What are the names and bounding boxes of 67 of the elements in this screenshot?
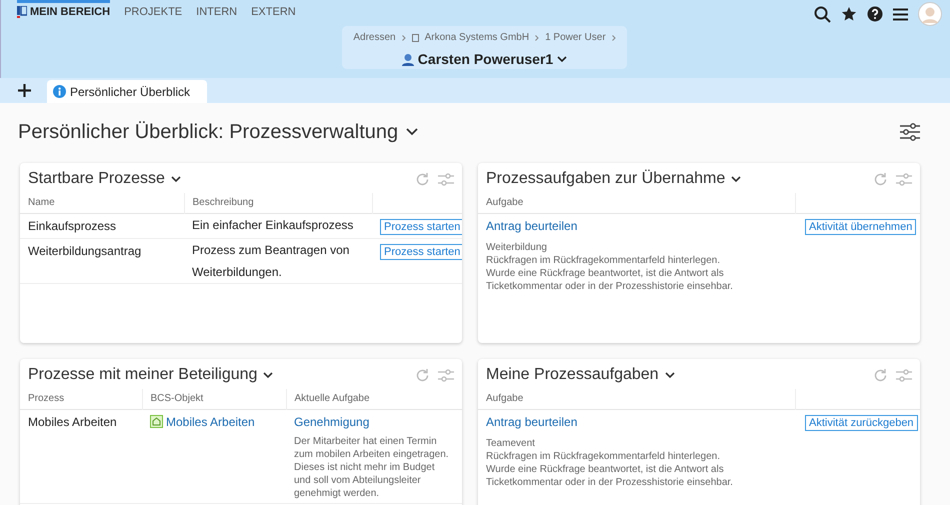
nav-tab[interactable]: MEIN BEREICH <box>17 0 110 24</box>
task-description: Teamevent <box>486 436 536 450</box>
breadcrumb-link[interactable]: 1 Power User <box>545 30 606 45</box>
task-description: Ticketkommentar oder in der Prozesshistorie einsehbar. <box>486 476 734 488</box>
settings-sliders-icon[interactable] <box>896 368 912 382</box>
task-description: Wurde eine Rückfrage beantwortet, ist die Antwort als <box>486 462 725 476</box>
nav-tab[interactable]: INTERN <box>196 0 238 24</box>
task-link[interactable]: Antrag beurteilen <box>486 412 787 430</box>
person-icon <box>402 53 414 66</box>
task-description: Rückfragen im Rückfragekommentarfeld hinterlegen. <box>486 254 721 266</box>
action-button[interactable]: Prozess starten <box>380 218 462 234</box>
chevron-down-icon[interactable] <box>731 176 742 182</box>
house-icon <box>150 415 163 428</box>
action-button[interactable]: Aktivität zurückgeben <box>805 414 918 430</box>
object-link[interactable]: Mobiles Arbeiten <box>150 412 255 430</box>
table-cell: Ein einfacher Einkaufsprozess <box>192 218 354 232</box>
task-description: Der Mitarbeiter hat einen Termin zum mobilen Arbeiten eingetragen. Dieses ist nicht mehr im Budget und soll vom Abteilungsleiter genehmigt werden. <box>294 434 450 500</box>
column-header: Aktuelle Aufgabe <box>294 393 370 404</box>
page-title: Persönlicher Überblick: Prozessverwaltung <box>18 120 398 145</box>
tab[interactable]: Persönlicher Überblick <box>47 80 207 103</box>
breadcrumb-link[interactable]: Arkona Systems GmbH <box>424 30 530 45</box>
column-header: Beschreibung <box>192 197 254 208</box>
document-icon <box>412 34 419 42</box>
task-link[interactable]: Antrag beurteilen <box>486 216 787 234</box>
action-button[interactable]: Aktivität übernehmen <box>805 218 916 234</box>
task-description: Weiterbildung <box>486 240 548 254</box>
menu-icon[interactable] <box>893 8 908 20</box>
task-description: Wurde eine Rückfrage beantwortet, ist die Antwort als <box>486 266 725 280</box>
help-icon[interactable] <box>867 6 883 22</box>
plus-icon[interactable] <box>18 84 31 97</box>
chevron-down-icon[interactable] <box>263 372 274 378</box>
chevron-down-icon[interactable] <box>557 56 568 63</box>
column-header: BCS-Objekt <box>150 393 204 404</box>
info-icon <box>53 85 66 98</box>
task-description: Ticketkommentar oder in der Prozesshistorie einsehbar. <box>486 280 734 292</box>
breadcrumb-link[interactable]: Adressen <box>353 30 396 45</box>
table-cell: Mobiles Arbeiten <box>28 414 117 428</box>
nav-tab[interactable]: PROJEKTE <box>124 0 182 24</box>
search-icon[interactable] <box>814 6 831 22</box>
table-cell: Einkaufsprozess <box>28 218 116 232</box>
table-cell: Weiterbildungsantrag <box>28 244 142 258</box>
chevron-down-icon[interactable] <box>406 128 418 136</box>
settings-sliders-icon[interactable] <box>438 172 454 186</box>
column-header: Aufgabe <box>486 197 524 208</box>
panel-title: Prozesse mit meiner Beteiligung <box>28 365 258 385</box>
action-button[interactable]: Prozess starten <box>380 244 462 260</box>
task-description: Rückfragen im Rückfragekommentarfeld hinterlegen. <box>486 450 721 462</box>
column-header: Name <box>28 197 55 208</box>
column-header: Aufgabe <box>486 393 524 404</box>
column-header: Prozess <box>28 393 64 404</box>
chevron-down-icon[interactable] <box>170 176 181 182</box>
chevron-right-icon <box>535 34 540 40</box>
star-icon[interactable] <box>841 6 857 22</box>
panel-title: Meine Prozessaufgaben <box>486 365 659 385</box>
logo-icon <box>17 6 27 18</box>
chevron-right-icon <box>612 34 616 40</box>
table-cell: Prozess zum Beantragen von Weiterbildungen. <box>192 242 350 278</box>
panel-title: Prozessaufgaben zur Übernahme <box>486 168 726 189</box>
context-title: Carsten Poweruser1 <box>418 50 554 69</box>
panel-title: Startbare Prozesse <box>28 169 165 189</box>
chevron-right-icon <box>402 34 406 40</box>
chevron-down-icon[interactable] <box>664 372 675 378</box>
settings-sliders-icon[interactable] <box>896 172 912 186</box>
task-link[interactable]: Genehmigung <box>294 412 454 430</box>
settings-sliders-icon[interactable] <box>900 123 920 141</box>
nav-tab[interactable]: EXTERN <box>251 0 296 24</box>
settings-sliders-icon[interactable] <box>438 368 454 382</box>
